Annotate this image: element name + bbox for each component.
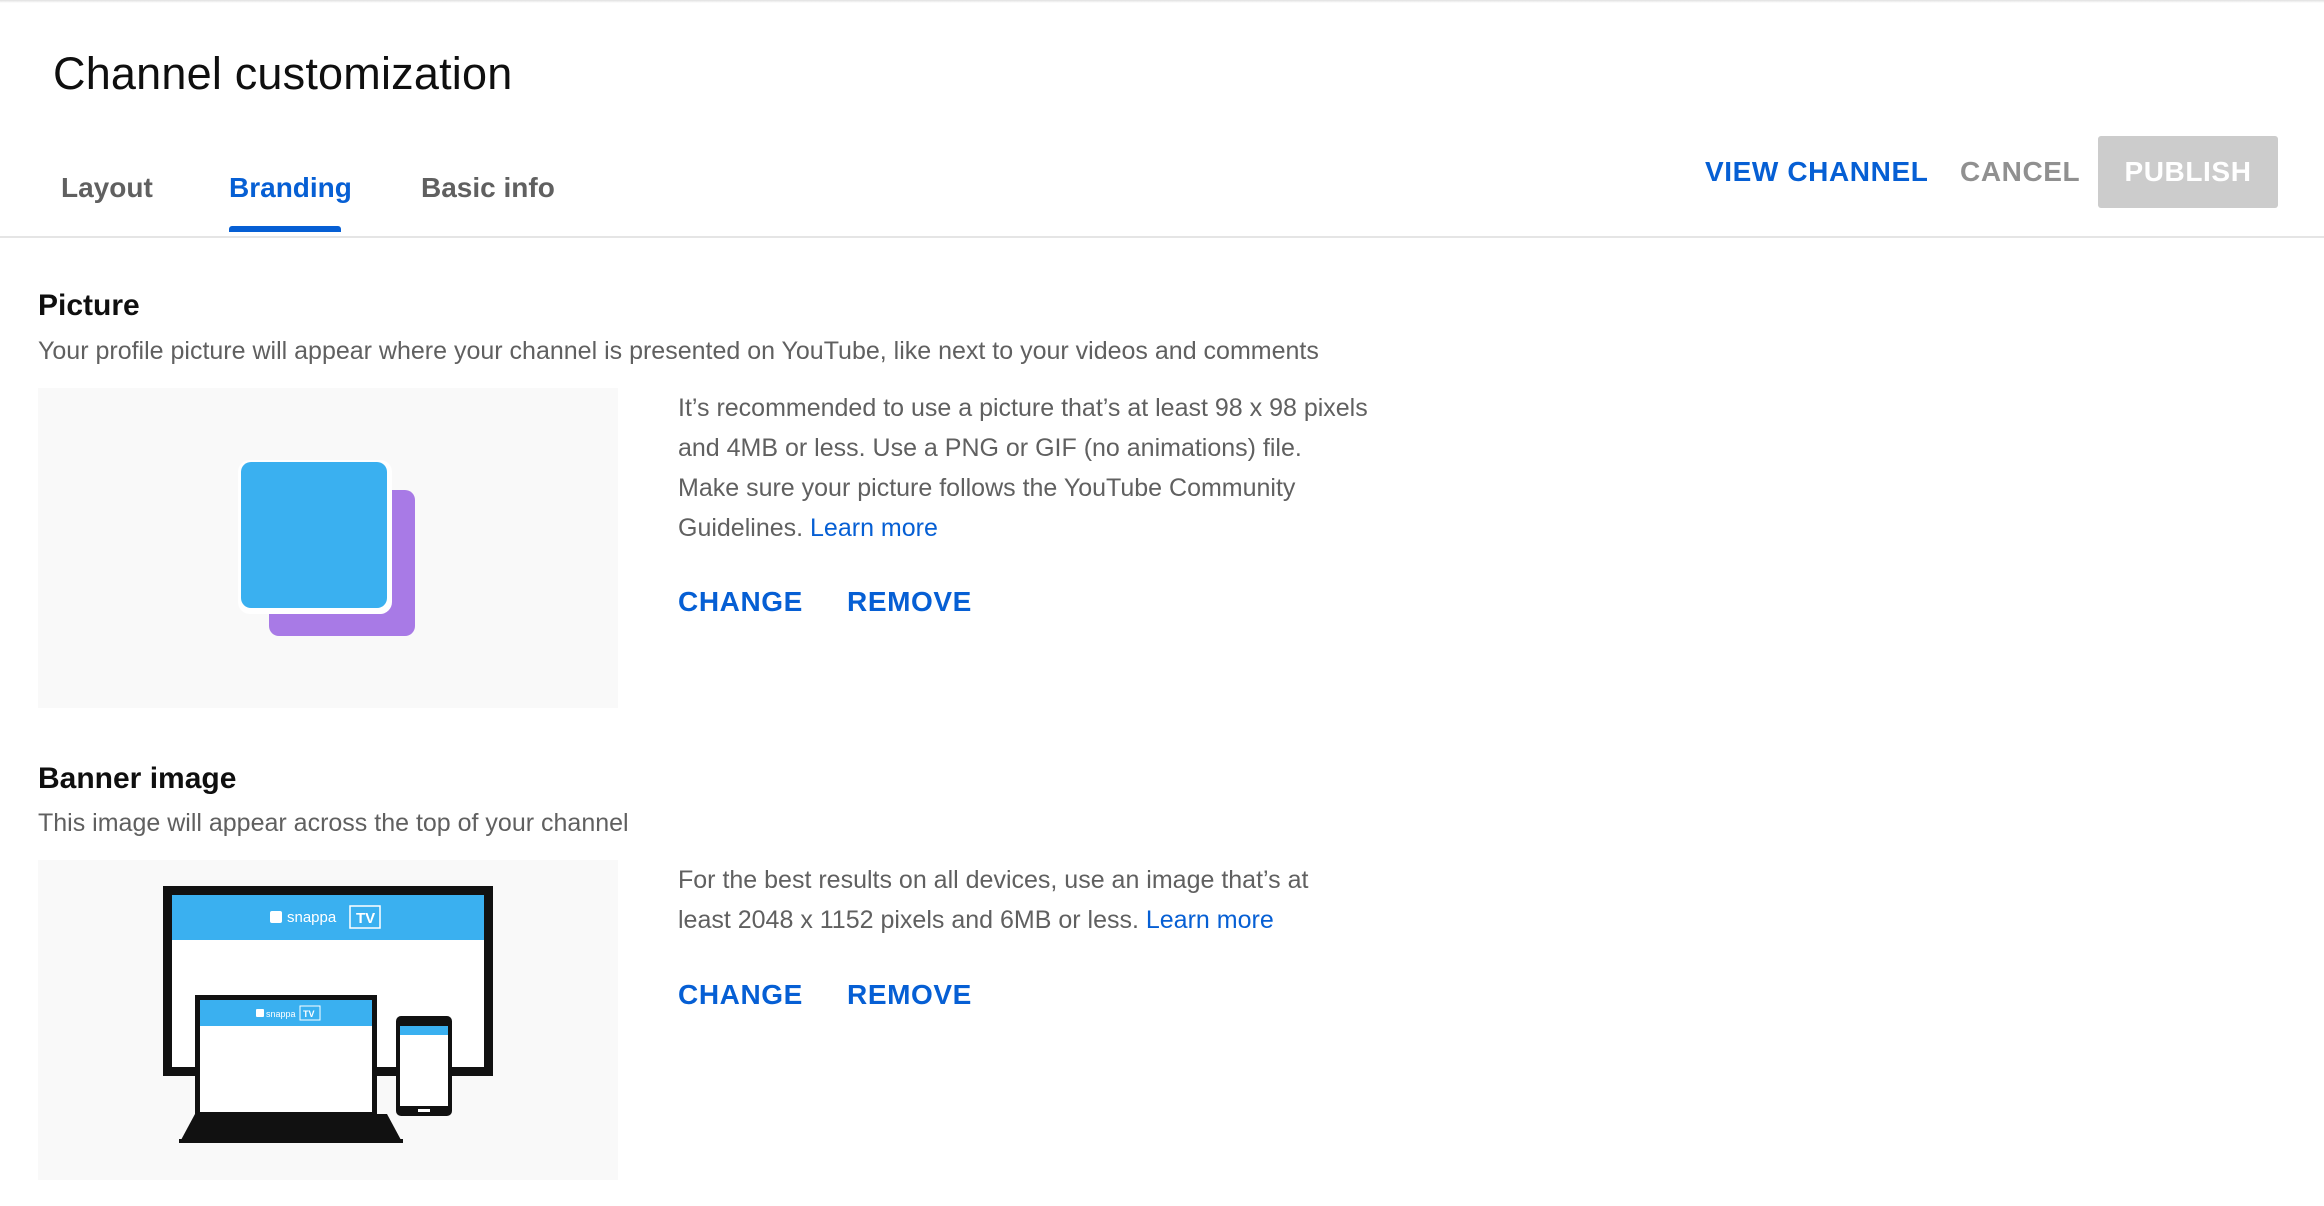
banner-preview: snappa TV snappa TV (38, 860, 618, 1180)
picture-section-description: Your profile picture will appear where y… (38, 337, 1319, 365)
svg-text:TV: TV (303, 1009, 315, 1019)
banner-learn-more-link[interactable]: Learn more (1146, 906, 1274, 934)
banner-section-description: This image will appear across the top of… (38, 809, 629, 837)
page-title: Channel customization (53, 48, 513, 99)
device-preview-illustration: snappa TV snappa TV (163, 886, 493, 1143)
view-channel-button[interactable]: VIEW CHANNEL (1705, 156, 1928, 188)
svg-text:snappa: snappa (266, 1009, 296, 1019)
publish-button[interactable]: PUBLISH (2098, 136, 2278, 208)
profile-picture-placeholder-icon (238, 460, 415, 636)
picture-learn-more-link[interactable]: Learn more (810, 514, 938, 542)
picture-info-text: It’s recommended to use a picture that’s… (678, 394, 1368, 542)
tab-branding[interactable]: Branding (229, 172, 352, 204)
tab-basic-info[interactable]: Basic info (421, 172, 555, 204)
top-shadow (0, 0, 2324, 3)
banner-change-button[interactable]: CHANGE (678, 979, 803, 1011)
picture-remove-button[interactable]: REMOVE (847, 586, 972, 618)
banner-info: For the best results on all devices, use… (678, 860, 1368, 940)
banner-remove-button[interactable]: REMOVE (847, 979, 972, 1011)
picture-section-title: Picture (38, 289, 140, 322)
picture-info: It’s recommended to use a picture that’s… (678, 388, 1368, 548)
tab-layout[interactable]: Layout (61, 172, 153, 204)
banner-section-title: Banner image (38, 762, 237, 795)
picture-preview (38, 388, 618, 708)
banner-preview-badge: TV (356, 910, 375, 927)
active-tab-indicator (229, 226, 341, 232)
cancel-button[interactable]: CANCEL (1960, 156, 2080, 188)
banner-preview-brand: snappa (287, 909, 337, 926)
picture-change-button[interactable]: CHANGE (678, 586, 803, 618)
